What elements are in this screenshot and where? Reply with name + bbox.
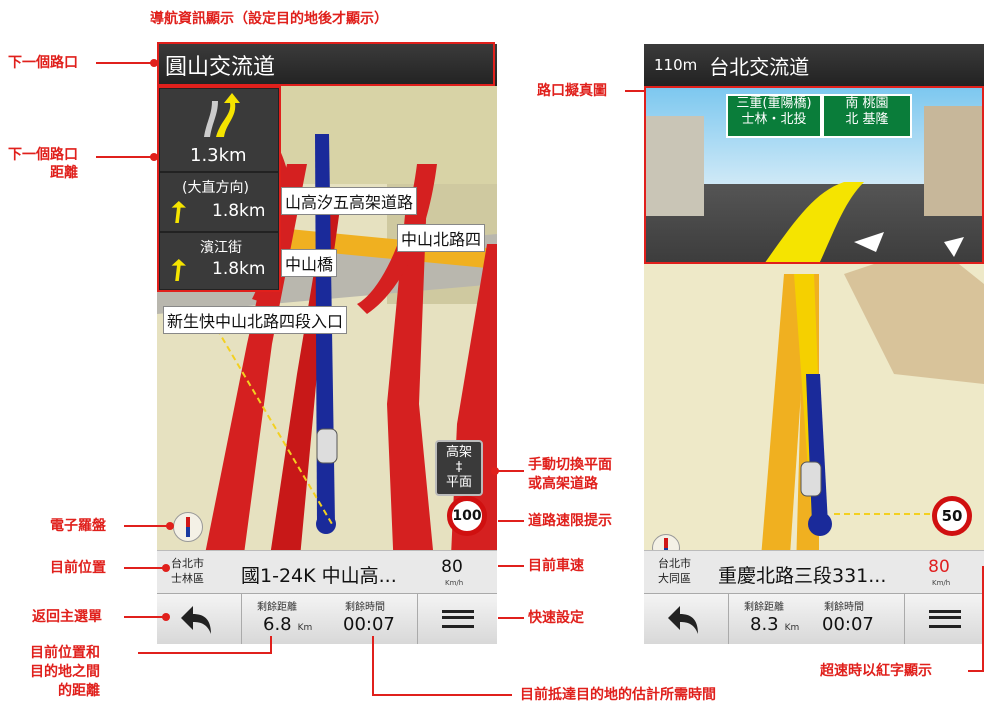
menu-icon bbox=[442, 610, 474, 628]
back-arrow-icon bbox=[181, 606, 211, 634]
next-road-bar: 110m 台北交流道 bbox=[644, 44, 984, 86]
annotation-next-intersection: 下一個路口 bbox=[8, 55, 78, 71]
compass-icon[interactable] bbox=[173, 512, 203, 542]
current-road: 重慶北路三段331... bbox=[718, 565, 887, 587]
toggle-top-label: 高架 bbox=[445, 445, 472, 460]
remaining-time-label: 剩餘時間 bbox=[824, 602, 864, 613]
remaining-time-label: 剩餘時間 bbox=[345, 602, 385, 613]
current-speed: 80 bbox=[441, 557, 463, 577]
elevated-surface-toggle-button[interactable]: 高架 ‡ 平面 bbox=[435, 440, 483, 496]
annotation-nav-info: 導航資訊顯示（設定目的地後才顯示） bbox=[150, 11, 388, 27]
annotation-manual-switch: 手動切換平面 或高架道路 bbox=[528, 457, 612, 492]
location-city: 台北市 bbox=[171, 557, 204, 570]
annotation-next-distance: 下一個路口 距離 bbox=[8, 147, 78, 181]
control-row: 剩餘距離 8.3 Km 剩餘時間 00:07 bbox=[644, 593, 984, 644]
control-row: 剩餘距離 6.8 Km 剩餘時間 00:07 bbox=[157, 593, 497, 644]
annotation-eta: 目前抵達目的地的估計所需時間 bbox=[520, 687, 716, 703]
current-road: 國1-24K 中山高... bbox=[241, 565, 397, 587]
distance-to-turn: 110m bbox=[654, 56, 698, 74]
location-bar: 台北市 士林區 國1-24K 中山高... 80 Km/h bbox=[157, 550, 497, 595]
location-district: 士林區 bbox=[171, 572, 204, 585]
annotation-speed-limit: 道路速限提示 bbox=[528, 513, 612, 529]
speed-unit: Km/h bbox=[932, 579, 951, 587]
map-label: 新生快中山北路四段入口 bbox=[163, 306, 348, 334]
toggle-bottom-label: 平面 bbox=[445, 475, 472, 490]
annotation-junction-view: 路口擬真圖 bbox=[537, 83, 607, 99]
location-city: 台北市 bbox=[658, 557, 691, 570]
menu-icon bbox=[929, 610, 961, 628]
annotation-overspeed: 超速時以紅字顯示 bbox=[820, 663, 932, 679]
next-road-name: 台北交流道 bbox=[709, 54, 810, 79]
annotation-quick-settings: 快速設定 bbox=[528, 610, 584, 626]
annotation-current-speed: 目前車速 bbox=[528, 558, 584, 574]
remaining-distance-label: 剩餘距離 bbox=[744, 602, 784, 613]
quick-settings-button[interactable] bbox=[417, 594, 497, 644]
quick-settings-button[interactable] bbox=[904, 594, 984, 644]
annotation-current-location: 目前位置 bbox=[50, 560, 106, 576]
junction-view-frame bbox=[644, 86, 984, 264]
map-label: 中山橋 bbox=[281, 249, 338, 277]
map-label: 中山北路四 bbox=[397, 224, 486, 252]
location-bar: 台北市 大同區 重慶北路三段331... 80 Km/h bbox=[644, 550, 984, 595]
location-district: 大同區 bbox=[658, 572, 691, 585]
remaining-distance: 8.3 Km bbox=[750, 614, 800, 635]
nav-info-frame bbox=[157, 42, 495, 86]
annotation-compass: 電子羅盤 bbox=[50, 518, 106, 534]
annotation-distance: 目前位置和 目的地之間 的距離 bbox=[30, 645, 100, 699]
right-nav-screen: 110m 台北交流道 三重(重陽橋) 士林・北投 南 桃園 北 基隆 50 台北… bbox=[644, 44, 984, 644]
back-menu-button[interactable] bbox=[644, 594, 729, 644]
remaining-time: 00:07 bbox=[822, 614, 874, 635]
speed-limit-sign: 100 bbox=[447, 496, 487, 536]
speed-unit: Km/h bbox=[445, 579, 464, 587]
back-menu-button[interactable] bbox=[157, 594, 242, 644]
remaining-distance-label: 剩餘距離 bbox=[257, 602, 297, 613]
map-label: 山高汐五高架道路 bbox=[281, 187, 418, 215]
toggle-swap-icon: ‡ bbox=[455, 460, 463, 475]
turn-list-frame bbox=[157, 86, 281, 292]
current-speed-overspeed: 80 bbox=[928, 557, 950, 577]
annotation-back-menu: 返回主選單 bbox=[32, 609, 102, 625]
back-arrow-icon bbox=[668, 606, 698, 634]
remaining-time: 00:07 bbox=[343, 614, 395, 635]
remaining-distance: 6.8 Km bbox=[263, 614, 313, 635]
speed-limit-sign: 50 bbox=[932, 496, 972, 536]
